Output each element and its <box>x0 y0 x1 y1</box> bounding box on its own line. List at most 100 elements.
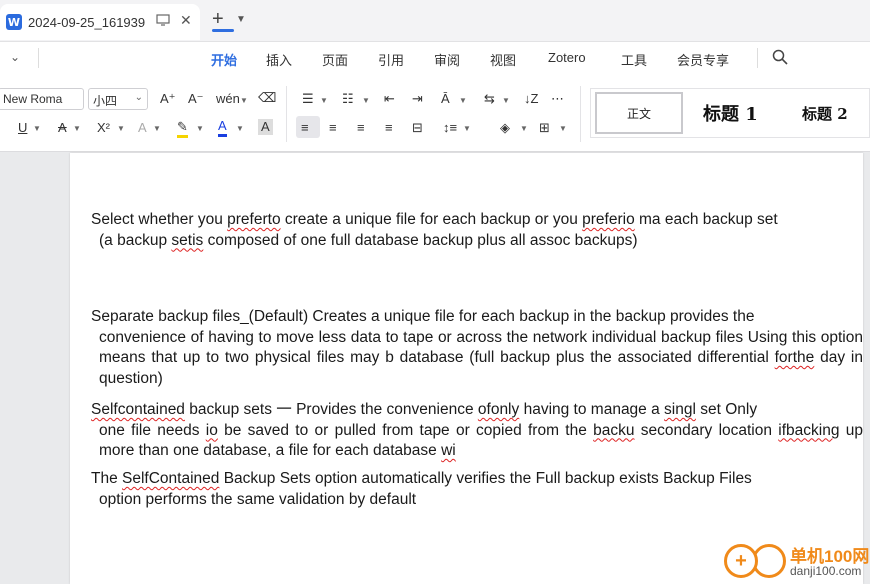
text-run: be saved to or pulled from tape or copie… <box>217 421 594 439</box>
grow-font-icon[interactable]: A⁺ <box>160 91 176 107</box>
clear-format-icon[interactable]: ⌫ <box>258 90 276 106</box>
superscript-chevron-down-icon[interactable]: ▼ <box>117 124 125 133</box>
paragraph[interactable]: The SelfContained Backup Sets option aut… <box>91 469 863 510</box>
phonetic-guide-icon[interactable]: wén <box>216 91 240 107</box>
paragraph-continuation: one file needs io be saved to or pulled … <box>91 421 863 462</box>
highlight-icon[interactable]: ✎ <box>177 119 188 138</box>
paragraph-first-line: Selfcontained backup sets 一 Provides the… <box>91 401 757 418</box>
font-name-value: New Roma <box>3 92 63 106</box>
wps-writer-logo-icon: W <box>6 14 22 30</box>
menu-tab-page[interactable]: 页面 <box>322 50 348 69</box>
paragraph-continuation: convenience of having to move less data … <box>91 328 863 390</box>
spellcheck-flagged-word: preferto <box>227 211 281 228</box>
text-effect-icon[interactable]: A <box>138 120 147 136</box>
style-heading2-button[interactable]: 标题 2 <box>802 103 848 124</box>
font-name-select[interactable]: New Roma <box>0 88 84 110</box>
numbered-list-icon[interactable]: ☷ <box>342 91 354 107</box>
style-heading1-button[interactable]: 标题 1 <box>703 100 758 126</box>
menu-tab-review[interactable]: 审阅 <box>434 50 460 69</box>
distributed-align-icon[interactable]: ⊟ <box>412 120 423 136</box>
text-direction-icon[interactable]: ⇆ <box>484 91 495 107</box>
font-size-value: 小四 <box>93 94 118 108</box>
chinese-layout-icon[interactable]: Ā <box>441 91 450 107</box>
title-bar: W 2024-09-25_161939 ✕ + ▼ <box>0 0 870 42</box>
menu-tab-view[interactable]: 视图 <box>490 50 516 69</box>
highlight-chevron-down-icon[interactable]: ▼ <box>196 124 204 133</box>
text-run: create a unique file for each backup or … <box>280 211 583 228</box>
text-run: (a backup <box>99 231 172 249</box>
paragraph[interactable]: Separate backup files_(Default) Creates … <box>91 307 863 389</box>
font-color-icon[interactable]: A <box>218 118 227 137</box>
spellcheck-flagged-word: Selfcontained <box>91 401 185 418</box>
line-spacing-chevron-down-icon[interactable]: ▼ <box>463 124 471 133</box>
paragraph-continuation: option performs the same validation by d… <box>91 490 863 511</box>
menu-tab-tools[interactable]: 工具 <box>621 50 647 69</box>
sort-icon[interactable]: ↓Z <box>524 91 538 107</box>
font-size-select[interactable]: 小四 ⌄ <box>88 88 148 110</box>
menu-tab-references[interactable]: 引用 <box>378 50 404 69</box>
spellcheck-flagged-word: forthe <box>774 349 815 366</box>
style-normal-button[interactable]: 正文 <box>595 92 683 134</box>
menu-tab-zotero[interactable]: Zotero <box>548 50 586 65</box>
paragraph[interactable]: Select whether you preferto create a uni… <box>91 210 863 251</box>
spellcheck-flagged-word: setis <box>171 231 204 249</box>
decrease-indent-icon[interactable]: ⇤ <box>384 91 395 107</box>
paragraph[interactable]: Selfcontained backup sets 一 Provides the… <box>91 400 863 462</box>
document-tab[interactable]: W 2024-09-25_161939 ✕ <box>0 4 200 40</box>
ribbon-divider <box>286 86 287 142</box>
new-tab-plus-icon[interactable]: + <box>212 9 224 29</box>
text-run: one file needs <box>99 421 206 439</box>
shrink-font-icon[interactable]: A⁻ <box>188 91 204 107</box>
document-tab-title: 2024-09-25_161939 <box>28 14 146 30</box>
spellcheck-flagged-word: singl <box>664 401 696 418</box>
text-run: having to manage a <box>519 401 665 418</box>
strikethrough-chevron-down-icon[interactable]: ▼ <box>73 124 81 133</box>
menu-tab-home[interactable]: 开始 <box>211 50 237 69</box>
spellcheck-flagged-word: io <box>205 421 218 439</box>
text-effect-chevron-down-icon[interactable]: ▼ <box>153 124 161 133</box>
paragraph-continuation: (a backup setis composed of one full dat… <box>91 231 863 252</box>
text-run: ma each backup set <box>634 211 778 228</box>
borders-chevron-down-icon[interactable]: ▼ <box>559 124 567 133</box>
screen-icon[interactable] <box>156 14 170 26</box>
active-tab-indicator <box>212 29 234 32</box>
underline-icon[interactable]: U <box>18 120 27 136</box>
text-direction-chevron-down-icon[interactable]: ▼ <box>502 96 510 105</box>
phonetic-chevron-down-icon[interactable]: ▼ <box>240 96 248 105</box>
collapse-chevron-down-icon[interactable]: ⌄ <box>10 50 20 64</box>
justify-icon[interactable]: ≡ <box>385 120 393 136</box>
ribbon-divider <box>580 86 581 142</box>
char-shading-icon[interactable]: A <box>258 119 273 135</box>
numbered-list-chevron-down-icon[interactable]: ▼ <box>362 96 370 105</box>
text-run: option performs the same validation by d… <box>99 490 417 508</box>
new-tab-chevron-down-icon[interactable]: ▼ <box>236 14 246 25</box>
align-center-icon[interactable]: ≡ <box>329 120 337 136</box>
text-run: The <box>91 470 123 487</box>
menu-tab-member[interactable]: 会员专享 <box>677 50 729 69</box>
spellcheck-flagged-word: ifbacking <box>778 421 840 439</box>
show-marks-icon[interactable]: ⋯ <box>551 91 564 107</box>
paragraph-first-line: Separate backup files_(Default) Creates … <box>91 308 754 325</box>
strikethrough-icon[interactable]: A <box>58 120 67 136</box>
borders-icon[interactable]: ⊞ <box>539 120 550 136</box>
watermark-logo: + 单机100网 danji100.com <box>720 540 870 584</box>
align-right-icon[interactable]: ≡ <box>357 120 365 136</box>
menu-tab-insert[interactable]: 插入 <box>266 50 292 69</box>
align-left-icon[interactable]: ≡ <box>301 120 309 136</box>
close-tab-icon[interactable]: ✕ <box>180 12 192 29</box>
superscript-icon[interactable]: X² <box>97 120 110 136</box>
bullet-list-icon[interactable]: ☰ <box>302 91 314 107</box>
spellcheck-flagged-word: SelfContained <box>122 470 220 487</box>
underline-chevron-down-icon[interactable]: ▼ <box>33 124 41 133</box>
chinese-layout-chevron-down-icon[interactable]: ▼ <box>459 96 467 105</box>
font-color-chevron-down-icon[interactable]: ▼ <box>236 124 244 133</box>
bullet-list-chevron-down-icon[interactable]: ▼ <box>320 96 328 105</box>
paragraph-shading-icon[interactable]: ◈ <box>500 120 510 136</box>
search-icon[interactable] <box>772 49 788 65</box>
increase-indent-icon[interactable]: ⇥ <box>412 91 423 107</box>
paragraph-first-line: Select whether you preferto create a uni… <box>91 211 778 228</box>
spellcheck-flagged-word: preferio <box>582 211 635 228</box>
line-spacing-icon[interactable]: ↕≡ <box>443 120 457 136</box>
paragraph-shading-chevron-down-icon[interactable]: ▼ <box>520 124 528 133</box>
text-run: set Only <box>695 401 758 418</box>
